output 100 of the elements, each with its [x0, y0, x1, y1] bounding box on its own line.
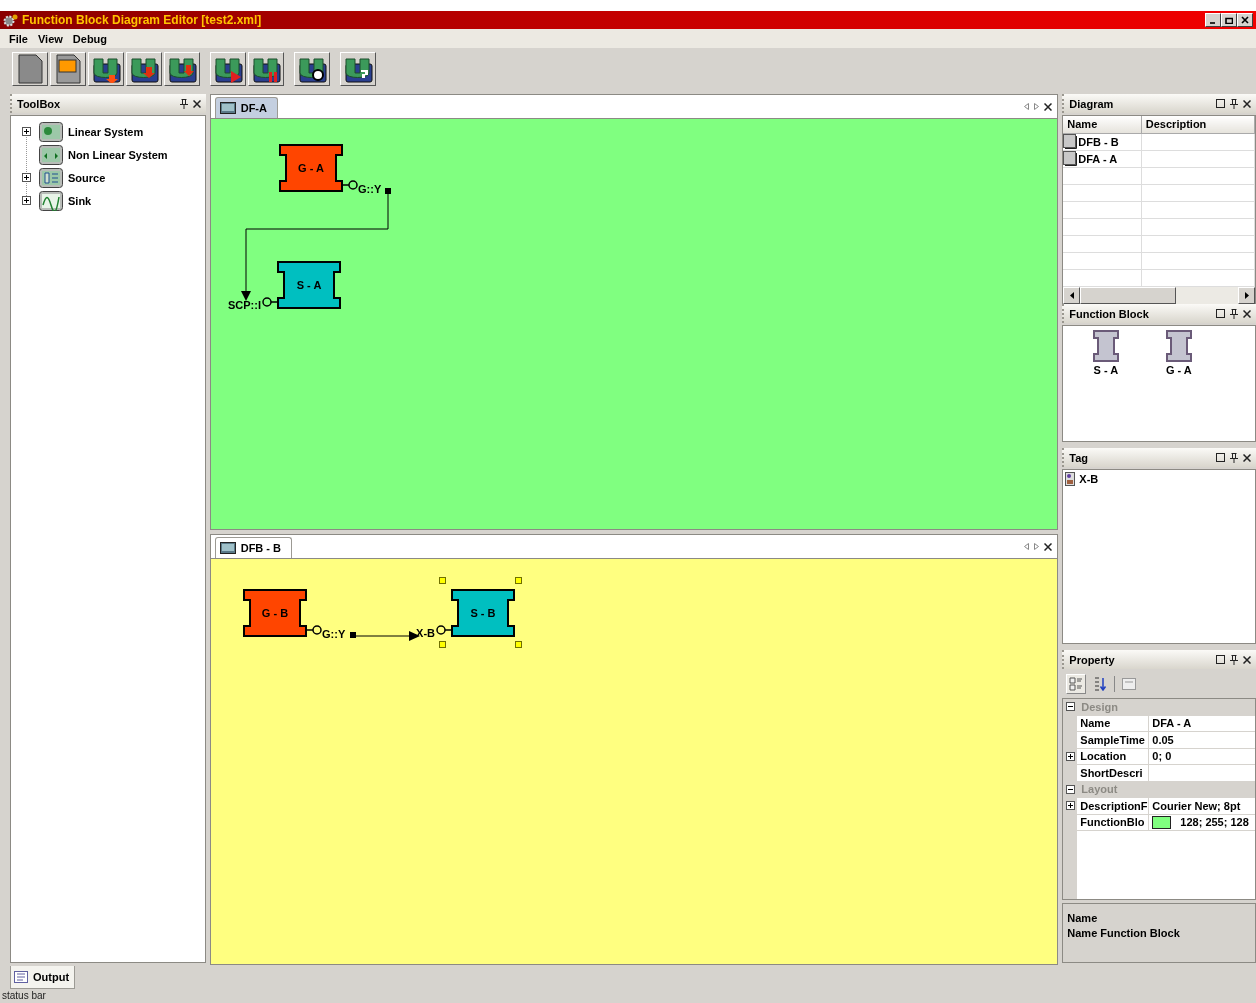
pin-icon[interactable]: [1230, 654, 1238, 665]
property-name[interactable]: SampleTime: [1077, 732, 1150, 748]
expand-icon[interactable]: [21, 173, 31, 182]
panel-title: Function Block: [1069, 307, 1150, 320]
restore-icon[interactable]: [1216, 453, 1225, 462]
property-name[interactable]: ShortDescri: [1077, 765, 1150, 781]
monitor-icon: [219, 102, 236, 114]
toolbar-button[interactable]: [294, 52, 330, 86]
column-header[interactable]: Description: [1141, 116, 1255, 133]
block-label[interactable]: S - A: [1093, 364, 1119, 376]
expand-icon[interactable]: [1065, 751, 1075, 761]
u-shape-icon: [251, 55, 281, 83]
property-value[interactable]: Courier New; 8pt: [1149, 798, 1255, 814]
u-shape-icon: [91, 55, 121, 83]
expand-icon[interactable]: [21, 196, 31, 205]
expand-icon[interactable]: [1065, 801, 1075, 811]
toolbar-button[interactable]: [340, 52, 376, 86]
panel-title: ToolBox: [17, 97, 62, 110]
property-name[interactable]: Location: [1077, 748, 1150, 764]
scroll-right-icon: [1244, 291, 1249, 299]
pin-icon[interactable]: [179, 98, 188, 109]
close-icon: [1241, 16, 1249, 24]
tile-icon: [39, 190, 63, 211]
panel-title: Tag: [1069, 451, 1090, 464]
maximize-button[interactable]: [1221, 13, 1237, 27]
close-icon[interactable]: [1243, 655, 1251, 664]
scroll-left-icon: [1069, 291, 1074, 299]
diagram-name[interactable]: DFB - B: [1078, 135, 1119, 148]
status-text: status bar: [1, 990, 47, 1001]
collapse-icon[interactable]: [1065, 784, 1075, 794]
panel-title: Diagram: [1069, 97, 1115, 110]
minimize-button[interactable]: [1205, 13, 1221, 27]
scroll-right-icon[interactable]: [1034, 543, 1040, 550]
tree-item[interactable]: Sink: [68, 194, 92, 207]
tree-item[interactable]: Non Linear System: [68, 148, 168, 161]
u-shape-icon: [297, 55, 327, 83]
description-title: Name: [1067, 912, 1099, 924]
property-value[interactable]: 0; 0: [1149, 748, 1255, 764]
restore-icon[interactable]: [1216, 99, 1225, 108]
close-button[interactable]: [1237, 13, 1253, 27]
restore-icon[interactable]: [1216, 655, 1225, 664]
block-label[interactable]: G - A: [1165, 364, 1192, 376]
tree-item[interactable]: Linear System: [68, 125, 144, 138]
maximize-icon: [1225, 16, 1233, 24]
close-icon[interactable]: [1243, 309, 1251, 318]
u-shape-icon: [129, 55, 159, 83]
toolbar-button[interactable]: [210, 52, 246, 86]
menu-item[interactable]: View: [32, 32, 68, 45]
tile-icon: [39, 167, 63, 188]
scroll-left-icon[interactable]: [1024, 103, 1030, 110]
diagram-name[interactable]: DFA - A: [1078, 152, 1118, 165]
u-shape-icon: [343, 55, 373, 83]
document-tab[interactable]: DF-A: [214, 97, 278, 118]
scroll-left-icon[interactable]: [1024, 543, 1030, 550]
property-name[interactable]: Name: [1077, 715, 1150, 731]
menu-item[interactable]: File: [4, 32, 33, 45]
close-icon[interactable]: [1044, 542, 1053, 551]
collapse-icon[interactable]: [1065, 702, 1075, 712]
close-icon[interactable]: [1243, 453, 1251, 462]
property-name[interactable]: DescriptionF: [1077, 798, 1150, 814]
table-cell[interactable]: DFB - B: [1063, 133, 1142, 150]
tree-item[interactable]: Source: [68, 171, 106, 184]
toolbar-button[interactable]: [50, 52, 86, 86]
toolbar-button[interactable]: [248, 52, 284, 86]
output-icon: [14, 971, 28, 983]
close-icon[interactable]: [1243, 99, 1251, 108]
restore-icon[interactable]: [1216, 309, 1225, 318]
port-label: G::Y: [357, 183, 381, 195]
toolbar-button[interactable]: [126, 52, 162, 86]
window-title: Function Block Diagram Editor [test2.xml]: [22, 13, 263, 27]
scroll-right-icon[interactable]: [1034, 103, 1040, 110]
gear-icon: [3, 13, 19, 27]
pin-icon[interactable]: [1230, 452, 1238, 463]
pin-icon[interactable]: [1230, 98, 1238, 109]
property-value[interactable]: 128; 255; 128: [1149, 814, 1255, 830]
tag-item[interactable]: X-B: [1079, 473, 1099, 485]
tile-icon: [39, 121, 63, 142]
pin-icon[interactable]: [1230, 308, 1238, 319]
output-tab[interactable]: Output: [10, 966, 76, 989]
close-icon[interactable]: [1044, 102, 1053, 111]
property-value[interactable]: 0.05: [1149, 732, 1255, 748]
document-tab[interactable]: DFB - B: [214, 537, 292, 558]
property-value[interactable]: DFA - A: [1149, 715, 1255, 731]
document-icon: [1063, 134, 1078, 149]
sort-icon: [1093, 676, 1108, 691]
tag-icon: [1065, 472, 1076, 486]
column-header[interactable]: Name: [1063, 116, 1142, 133]
property-name[interactable]: FunctionBlo: [1077, 814, 1150, 830]
expand-icon[interactable]: [21, 127, 31, 136]
document-icon: [1063, 151, 1078, 166]
table-cell[interactable]: DFA - A: [1063, 150, 1142, 167]
toolbar-button[interactable]: [164, 52, 200, 86]
toolbar-button[interactable]: [12, 52, 48, 86]
close-icon[interactable]: [192, 99, 201, 108]
window-icon: [54, 54, 82, 84]
pages-icon: [1122, 677, 1137, 690]
tile-icon: [39, 144, 63, 165]
selection-handles[interactable]: [438, 577, 522, 648]
menu-item[interactable]: Debug: [67, 32, 113, 45]
toolbar-button[interactable]: [88, 52, 124, 86]
